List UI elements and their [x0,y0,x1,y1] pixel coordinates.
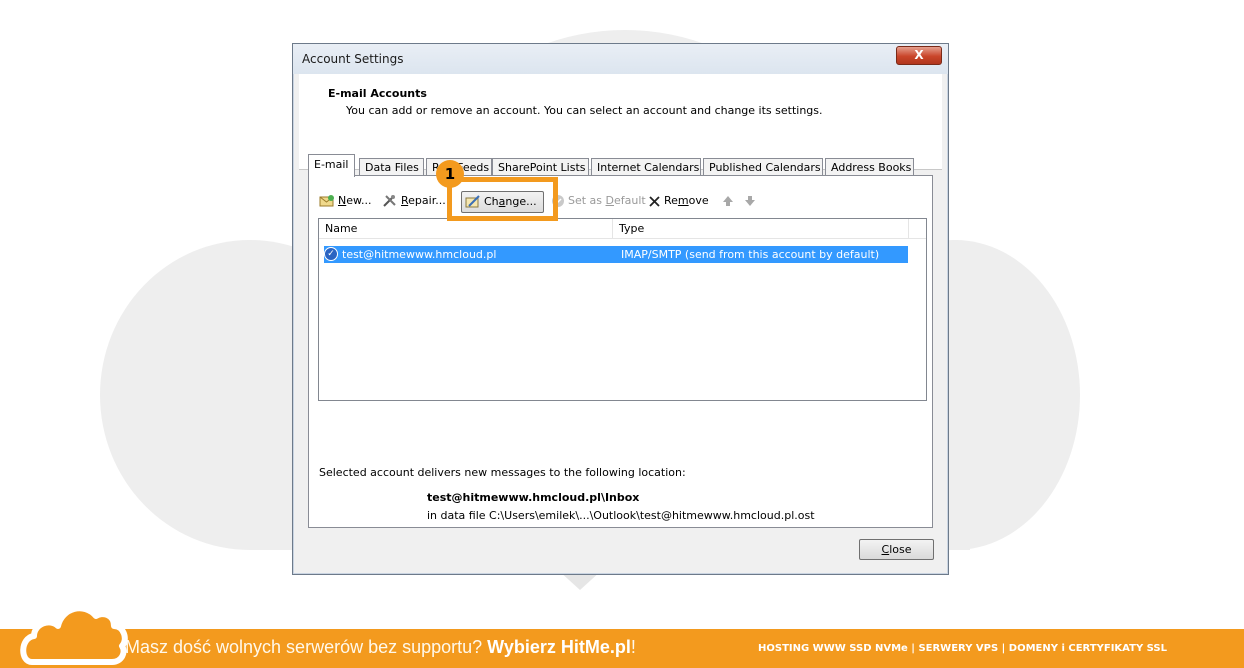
delivery-label: Selected account delivers new messages t… [319,466,686,479]
account-type: IMAP/SMTP (send from this account by def… [621,248,880,261]
account-list: Name Type ✓ test@hitmewww.hmcloud.pl IMA… [318,218,927,401]
new-account-icon [319,195,334,207]
header-panel: E-mail Accounts You can add or remove an… [299,74,942,170]
remove-button[interactable]: Remove [648,190,709,212]
tab-sharepoint-lists[interactable]: SharePoint Lists [492,158,589,176]
column-header-type[interactable]: Type [613,219,909,238]
delivery-account: test@hitmewww.hmcloud.pl\Inbox [427,491,640,504]
account-settings-dialog: Account Settings X E-mail Accounts You c… [292,43,949,575]
list-header: Name Type [319,219,926,239]
delivery-path: in data file C:\Users\emilek\...\Outlook… [427,509,815,522]
section-description: You can add or remove an account. You ca… [346,104,823,117]
banner-slogan: Masz dość wolnych serwerów bez supportu?… [125,637,636,657]
move-up-button[interactable] [722,190,737,212]
tab-address-books[interactable]: Address Books [825,158,914,176]
email-tab-panel: New... Repair... Change... Set as Defaul… [308,175,933,528]
step-badge: 1 [436,160,464,188]
set-default-button[interactable]: Set as Default [551,190,646,212]
repair-button[interactable]: Repair... [382,190,446,212]
list-item[interactable]: ✓ test@hitmewww.hmcloud.pl IMAP/SMTP (se… [324,246,908,263]
banner-services: HOSTING WWW SSD NVMe | SERWERY VPS | DOM… [758,643,1167,654]
cloud-logo-icon [20,605,128,665]
window-title: Account Settings [302,52,404,66]
promo-banner[interactable]: Masz dość wolnych serwerów bez supportu?… [0,629,1244,668]
highlight-box [447,177,558,221]
move-down-icon [745,196,755,206]
tab-published-calendars[interactable]: Published Calendars [703,158,823,176]
tab-internet-calendars[interactable]: Internet Calendars [591,158,701,176]
remove-icon [649,195,660,207]
close-button[interactable]: Close [859,539,934,560]
tab-email[interactable]: E-mail [308,154,355,177]
new-account-button[interactable]: New... [319,190,371,212]
move-down-button[interactable] [744,190,759,212]
repair-icon [383,195,396,207]
window-close-button[interactable]: X [896,46,942,65]
tab-data-files[interactable]: Data Files [359,158,424,176]
section-title: E-mail Accounts [328,87,427,100]
move-up-icon [723,196,733,206]
title-bar: Account Settings X [293,44,948,74]
column-header-name[interactable]: Name [319,219,613,238]
default-account-check-icon: ✓ [324,247,338,261]
banner-brand: Wybierz HitMe.pl [487,637,631,657]
close-icon: X [914,48,924,62]
account-name: test@hitmewww.hmcloud.pl [342,248,497,261]
